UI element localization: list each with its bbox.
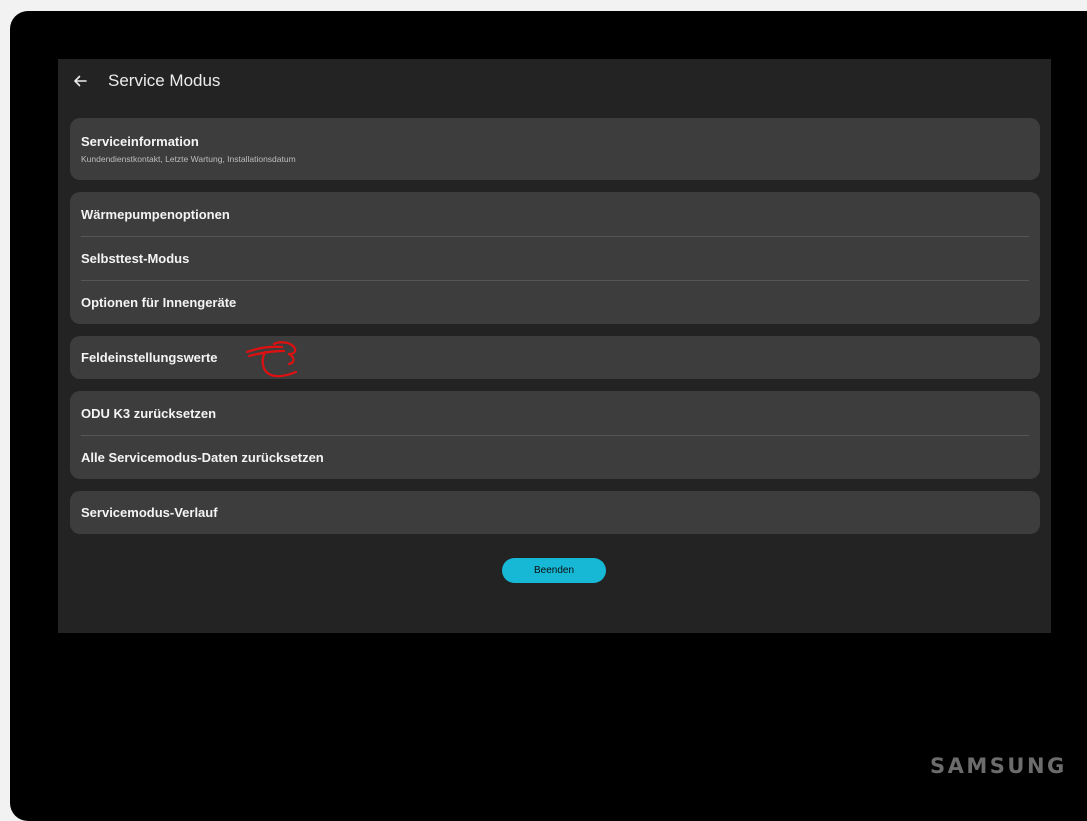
header-bar: Service Modus — [58, 59, 1051, 103]
menu-item-label: Feldeinstellungswerte — [81, 350, 218, 365]
menu-item-serviceinformation[interactable]: Serviceinformation Kundendienstkontakt, … — [70, 118, 1040, 180]
menu-item-feldeinstellungswerte[interactable]: Feldeinstellungswerte — [70, 336, 1040, 379]
menu-item-label: Servicemodus-Verlauf — [81, 505, 218, 520]
menu-item-label: Wärmepumpenoptionen — [81, 206, 230, 222]
page-title: Service Modus — [108, 71, 221, 90]
red-pointing-hand-scribble-icon — [245, 341, 298, 378]
menu-item-servicemodus-verlauf[interactable]: Servicemodus-Verlauf — [70, 491, 1040, 534]
back-button[interactable] — [70, 71, 90, 91]
group-service-info: Serviceinformation Kundendienstkontakt, … — [70, 118, 1040, 180]
menu-item-odu-k3-reset[interactable]: ODU K3 zurücksetzen — [70, 391, 1040, 435]
menu-item-subtitle: Kundendienstkontakt, Letzte Wartung, Ins… — [81, 154, 296, 164]
app-screen: Service Modus Serviceinformation Kundend… — [58, 59, 1051, 633]
menu-item-selbsttest-modus[interactable]: Selbsttest-Modus — [70, 236, 1040, 280]
menu-item-label: Serviceinformation — [81, 134, 199, 149]
samsung-logo: SAMSUNG — [930, 754, 1067, 778]
menu-item-label: Selbsttest-Modus — [81, 250, 190, 266]
menu-item-label: Alle Servicemodus-Daten zurücksetzen — [81, 449, 324, 465]
arrow-left-icon — [74, 75, 87, 87]
group-history: Servicemodus-Verlauf — [70, 491, 1040, 534]
group-options: Wärmepumpenoptionen Selbsttest-Modus Opt… — [70, 192, 1040, 324]
end-button[interactable]: Beenden — [502, 558, 606, 583]
menu-item-waermepumpenoptionen[interactable]: Wärmepumpenoptionen — [70, 192, 1040, 236]
menu-item-reset-all-service-data[interactable]: Alle Servicemodus-Daten zurücksetzen — [70, 435, 1040, 479]
group-reset: ODU K3 zurücksetzen Alle Servicemodus-Da… — [70, 391, 1040, 479]
menu-item-label: ODU K3 zurücksetzen — [81, 405, 217, 421]
menu-item-label: Optionen für Innengeräte — [81, 294, 237, 310]
menu-item-optionen-innengeraete[interactable]: Optionen für Innengeräte — [70, 280, 1040, 324]
group-field-settings: Feldeinstellungswerte — [70, 336, 1040, 379]
